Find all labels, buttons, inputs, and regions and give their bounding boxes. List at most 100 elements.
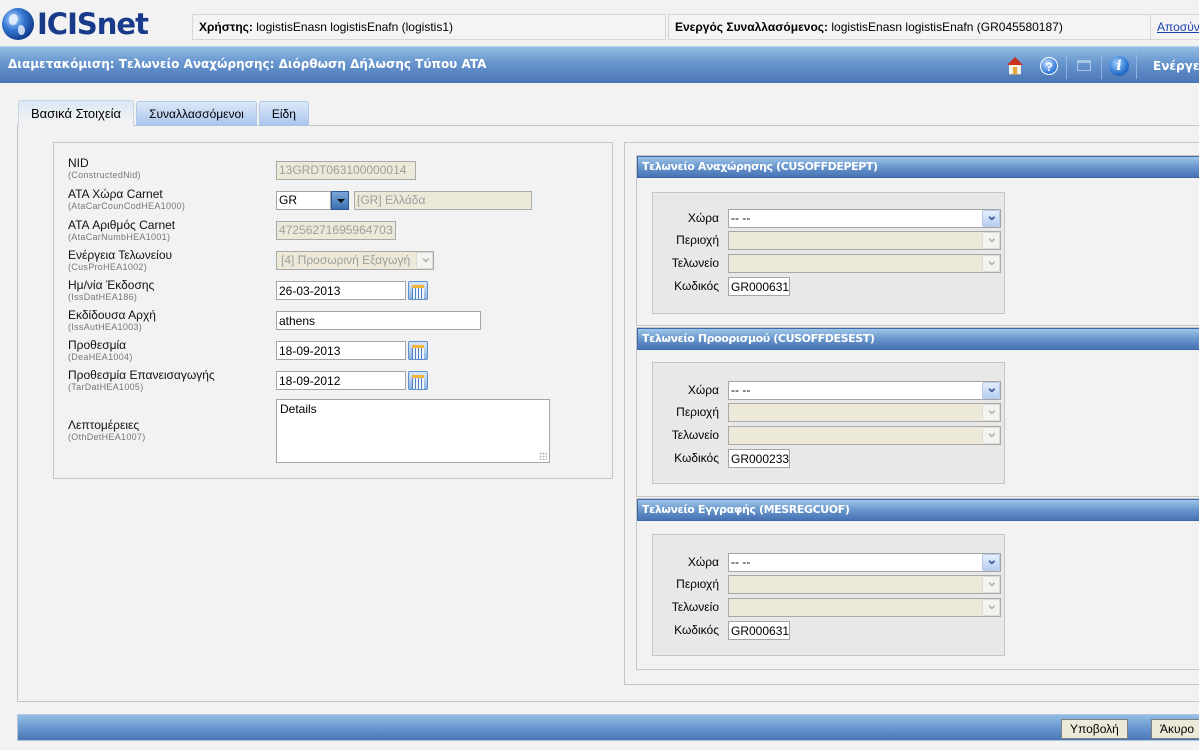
region-select xyxy=(728,575,1001,594)
ata-country-code: (AtaCarCounCodHEA1000) xyxy=(68,201,186,211)
window-button[interactable] xyxy=(1067,47,1101,84)
deadline-input[interactable] xyxy=(276,341,406,360)
code-label: Κωδικός xyxy=(674,279,719,293)
nid-label-group: NID (ConstructedNid) xyxy=(68,157,141,181)
basic-info-form: NID (ConstructedNid) 13GRDT063100000014 … xyxy=(53,142,613,479)
country-select[interactable]: -- -- xyxy=(728,209,1001,228)
chevron-down-icon xyxy=(982,424,1000,444)
region-label: Περιοχή xyxy=(676,233,719,247)
office-select xyxy=(728,426,1001,445)
registration-office-section: Τελωνείο Εγγραφής (MESREGCUOF) Χώρα -- -… xyxy=(636,498,1199,670)
tab-items[interactable]: Είδη xyxy=(258,101,309,126)
help-button[interactable]: ? xyxy=(1032,47,1066,84)
title-bar-toolbar: ? i Ενέργειες xyxy=(998,47,1199,84)
tab-traders[interactable]: Συναλλασσόμενοι xyxy=(136,101,257,126)
resize-grip-icon[interactable] xyxy=(539,452,547,460)
nid-label: NID xyxy=(68,156,89,170)
issuing-authority-label: Εκδίδουσα Αρχή xyxy=(68,308,156,322)
issue-date-label: Ημ/νία Έκδοσης xyxy=(68,278,155,292)
user-info: Χρήστης: logistisEnasn logistisEnafn (lo… xyxy=(192,14,666,40)
country-select[interactable]: -- -- xyxy=(728,381,1001,400)
code-label: Κωδικός xyxy=(674,623,719,637)
reimport-deadline-code: (TarDatHEA1005) xyxy=(68,382,144,392)
chevron-down-icon[interactable] xyxy=(331,191,349,210)
code-input[interactable] xyxy=(728,449,790,468)
tab-basic-info[interactable]: Βασικά Στοιχεία xyxy=(18,100,135,126)
deadline-label: Προθεσμία xyxy=(68,338,127,352)
deadline-label-group: Προθεσμία (DeaHEA1004) xyxy=(68,339,133,363)
country-label: Χώρα xyxy=(687,383,719,397)
section-title: Τελωνείο Προορισμού (CUSOFFDESEST) xyxy=(637,328,1199,350)
section-title: Τελωνείο Εγγραφής (MESREGCUOF) xyxy=(637,499,1199,521)
chevron-down-icon xyxy=(982,229,1000,249)
home-icon xyxy=(1006,56,1024,75)
reimport-deadline-label: Προθεσμία Επανεισαγωγής xyxy=(68,368,215,382)
country-label: Χώρα xyxy=(687,211,719,225)
calendar-icon[interactable] xyxy=(408,281,428,300)
home-button[interactable] xyxy=(998,47,1032,84)
trader-value: logistisEnasn logistisEnafn (GR045580187… xyxy=(831,20,1063,34)
chevron-down-icon xyxy=(982,252,1000,272)
departure-office-section: Τελωνείο Αναχώρησης (CUSOFFDEPEPT) Χώρα … xyxy=(636,155,1199,326)
help-icon: ? xyxy=(1040,56,1058,75)
customs-action-code: (CusProHEA1002) xyxy=(68,262,148,272)
ata-country-label-group: ATA Χώρα Carnet (AtaCarCounCodHEA1000) xyxy=(68,188,185,212)
office-fields: Χώρα -- -- Περιοχή Τελωνείο Κωδικός xyxy=(652,362,1005,484)
issuing-authority-label-group: Εκδίδουσα Αρχή (IssAutHEA1003) xyxy=(68,309,156,333)
office-select xyxy=(728,598,1001,617)
section-title: Τελωνείο Αναχώρησης (CUSOFFDEPEPT) xyxy=(637,156,1199,178)
region-label: Περιοχή xyxy=(676,405,719,419)
user-value: logistisEnasn logistisEnafn (logistis1) xyxy=(256,20,453,34)
region-select xyxy=(728,231,1001,250)
actions-menu[interactable]: Ενέργειες xyxy=(1137,59,1199,73)
user-label: Χρήστης: xyxy=(199,20,253,34)
issuing-authority-code: (IssAutHEA1003) xyxy=(68,322,143,332)
ata-country-select[interactable]: GR xyxy=(276,191,331,210)
issuing-authority-input[interactable] xyxy=(276,311,481,330)
ata-number-label-group: ATA Αριθμός Carnet (AtaCarNumbHEA1001) xyxy=(68,219,175,243)
logout-link[interactable]: Αποσύνδεση xyxy=(1157,20,1199,34)
nid-field: 13GRDT063100000014 xyxy=(276,161,416,180)
details-label-group: Λεπτομέρειες (OthDetHEA1007) xyxy=(68,419,146,443)
destination-office-section: Τελωνείο Προορισμού (CUSOFFDESEST) Χώρα … xyxy=(636,327,1199,497)
window-icon xyxy=(1077,60,1091,71)
footer-bar: Υποβολή Άκυρο xyxy=(17,714,1199,741)
info-button[interactable]: i xyxy=(1102,47,1136,84)
reimport-deadline-input[interactable] xyxy=(276,371,406,390)
title-bar: Διαμετακόμιση: Τελωνείο Αναχώρησης: Διόρ… xyxy=(0,46,1199,83)
ata-country-label: ATA Χώρα Carnet xyxy=(68,187,163,201)
details-code: (OthDetHEA1007) xyxy=(68,432,146,442)
details-textarea[interactable]: Details xyxy=(276,399,550,463)
ata-number-code: (AtaCarNumbHEA1001) xyxy=(68,232,171,242)
region-label: Περιοχή xyxy=(676,577,719,591)
calendar-icon[interactable] xyxy=(408,341,428,360)
office-fields: Χώρα -- -- Περιοχή Τελωνείο Κωδικός xyxy=(652,192,1005,314)
chevron-down-icon[interactable] xyxy=(982,551,1000,571)
country-label: Χώρα xyxy=(687,555,719,569)
cancel-button[interactable]: Άκυρο xyxy=(1151,719,1199,739)
calendar-icon[interactable] xyxy=(408,371,428,390)
chevron-down-icon[interactable] xyxy=(982,379,1000,399)
app-logo: ICISnet xyxy=(2,6,149,42)
chevron-down-icon xyxy=(982,596,1000,616)
code-input[interactable] xyxy=(728,621,790,640)
office-label: Τελωνείο xyxy=(671,428,719,442)
logout-box: Αποσύνδεση xyxy=(1150,14,1199,40)
chevron-down-icon xyxy=(416,249,433,269)
logo-text: ICISnet xyxy=(37,7,149,41)
info-icon: i xyxy=(1109,55,1129,76)
code-label: Κωδικός xyxy=(674,451,719,465)
reimport-deadline-label-group: Προθεσμία Επανεισαγωγής (TarDatHEA1005) xyxy=(68,369,215,393)
issue-date-input[interactable] xyxy=(276,281,406,300)
issue-date-label-group: Ημ/νία Έκδοσης (IssDatHEA186) xyxy=(68,279,154,303)
region-select xyxy=(728,403,1001,422)
tab-bar: Βασικά Στοιχεία Συναλλασσόμενοι Είδη xyxy=(18,100,311,126)
code-input[interactable] xyxy=(728,277,790,296)
globe-icon xyxy=(2,8,34,40)
trader-label: Ενεργός Συναλλασόμενος: xyxy=(675,20,829,34)
ata-number-label: ATA Αριθμός Carnet xyxy=(68,218,176,232)
country-select[interactable]: -- -- xyxy=(728,553,1001,572)
submit-button[interactable]: Υποβολή xyxy=(1061,719,1128,739)
chevron-down-icon[interactable] xyxy=(982,207,1000,227)
issue-date-code: (IssDatHEA186) xyxy=(68,292,138,302)
